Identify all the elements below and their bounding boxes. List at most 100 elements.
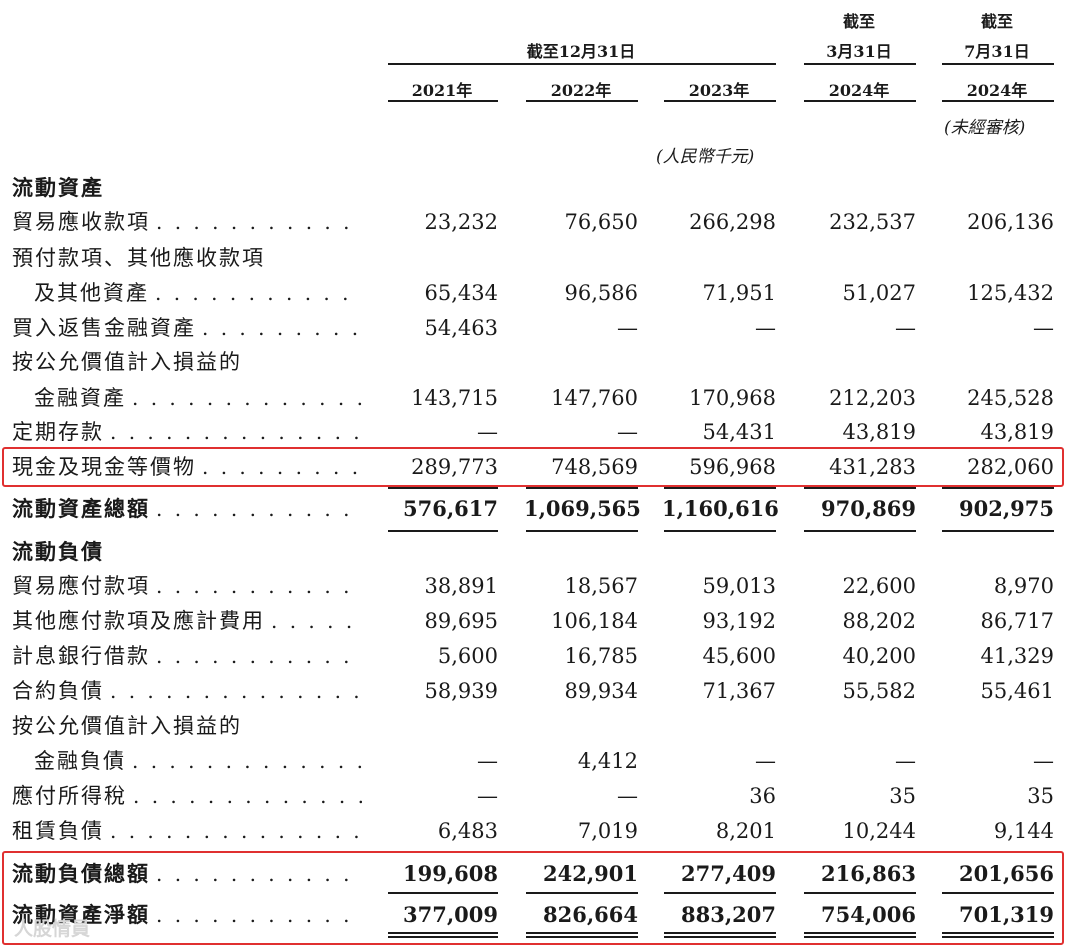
- row-label: 貿易應付款項: [12, 574, 150, 598]
- leader-dots: . . . . . . . . . . . . . . . . . . . . …: [156, 210, 362, 234]
- row-label: 流動資產: [12, 175, 104, 200]
- value-cell: 16,785: [564, 644, 638, 668]
- header-group-title: 截至12月31日: [526, 42, 636, 61]
- value-cell: 86,717: [980, 609, 1054, 633]
- table-row: 流動資產總額. . . . . . . . . . . . . . . . . …: [0, 491, 1066, 527]
- highlight-cash-row: [2, 447, 1064, 487]
- table-row: 其他應付款項及應計費用. . . . . . . . . . . . . . .…: [0, 603, 1066, 639]
- value-cell: 147,760: [551, 386, 638, 410]
- table-row: 流動負債: [0, 534, 1066, 570]
- table-row: 及其他資產. . . . . . . . . . . . . . . . . .…: [0, 275, 1066, 311]
- year-rule-0: [388, 100, 498, 102]
- value-cell: —: [755, 749, 776, 773]
- value-cell: 5,600: [437, 644, 498, 668]
- year-2022: 2022年: [550, 81, 612, 100]
- row-label: 貿易應收款項: [12, 210, 150, 234]
- leader-dots: . . . . . . . . . . . . . . . . . . . . …: [132, 749, 362, 773]
- value-cell: —: [477, 784, 498, 808]
- header-col4-top2: 7月31日: [964, 42, 1030, 61]
- value-cell: 170,968: [689, 386, 776, 410]
- value-cell: 4,412: [577, 749, 638, 773]
- table-row: 按公允價值計入損益的: [0, 708, 1066, 744]
- value-cell: 125,432: [967, 281, 1054, 305]
- row-label: 合約負債: [12, 679, 104, 703]
- table-row: 合約負債. . . . . . . . . . . . . . . . . . …: [0, 673, 1066, 709]
- row-label: 金融資產: [34, 386, 126, 410]
- value-cell: 89,695: [424, 609, 498, 633]
- table-row: 流動資產: [0, 170, 1066, 206]
- value-cell: 1,069,565: [524, 496, 641, 521]
- value-cell: 36: [749, 784, 776, 808]
- value-cell: 576,617: [403, 496, 498, 521]
- header-col3-top2: 3月31日: [826, 42, 892, 61]
- highlight-totals-rows: [2, 851, 1064, 945]
- value-cell: 41,329: [980, 644, 1054, 668]
- header-col4-top1: 截至: [980, 12, 1013, 31]
- value-cell: 71,951: [702, 281, 776, 305]
- value-cell: 93,192: [702, 609, 776, 633]
- value-cell: 8,201: [715, 819, 776, 843]
- year-2023: 2023年: [688, 81, 750, 100]
- value-cell: 55,461: [980, 679, 1054, 703]
- value-cell: 65,434: [424, 281, 498, 305]
- value-cell: 970,869: [821, 496, 916, 521]
- table-row: 計息銀行借款. . . . . . . . . . . . . . . . . …: [0, 638, 1066, 674]
- leader-dots: . . . . . . . . . . . . . . . . . . . . …: [155, 281, 362, 305]
- year-rule-4: [942, 100, 1054, 102]
- row-label: 應付所得稅: [12, 784, 127, 808]
- value-cell: —: [1033, 749, 1054, 773]
- table-row: 金融資產. . . . . . . . . . . . . . . . . . …: [0, 380, 1066, 416]
- header-group-rule: [388, 63, 776, 65]
- value-cell: —: [477, 420, 498, 444]
- value-cell: —: [617, 316, 638, 340]
- value-cell: 35: [889, 784, 916, 808]
- row-label: 及其他資產: [34, 281, 149, 305]
- watermark: 人股情員: [14, 918, 91, 940]
- value-cell: —: [477, 749, 498, 773]
- header-col4-rule: [942, 63, 1054, 65]
- leader-dots: . . . . . . . . . . . . . . . . . . . . …: [110, 679, 362, 703]
- leader-dots: . . . . . . . . . . . . . . . . . . . . …: [156, 644, 362, 668]
- value-cell: 8,970: [993, 574, 1054, 598]
- value-cell: 22,600: [842, 574, 916, 598]
- value-cell: 10,244: [842, 819, 916, 843]
- value-cell: —: [617, 784, 638, 808]
- value-cell: 1,160,616: [662, 496, 779, 521]
- table-row: 貿易應收款項. . . . . . . . . . . . . . . . . …: [0, 204, 1066, 240]
- value-cell: 245,528: [967, 386, 1054, 410]
- value-cell: —: [895, 749, 916, 773]
- unaudited-note: (未經審核): [944, 118, 1026, 138]
- leader-dots: . . . . . . . . . . . . . . . . . . . . …: [133, 784, 362, 808]
- value-cell: 59,013: [702, 574, 776, 598]
- value-cell: 35: [1027, 784, 1054, 808]
- table-row: 預付款項、其他應收款項: [0, 240, 1066, 276]
- table-row: 定期存款. . . . . . . . . . . . . . . . . . …: [0, 414, 1066, 450]
- year-rule-2: [664, 100, 776, 102]
- value-cell: 7,019: [577, 819, 638, 843]
- year-rule-1: [526, 100, 638, 102]
- value-cell: 54,463: [424, 316, 498, 340]
- leader-dots: . . . . . . . . . . . . . . . . . . . . …: [110, 420, 362, 444]
- year-2021: 2021年: [411, 81, 473, 100]
- value-cell: 45,600: [702, 644, 776, 668]
- value-cell: 55,582: [842, 679, 916, 703]
- value-cell: 6,483: [437, 819, 498, 843]
- value-cell: 23,232: [424, 210, 498, 234]
- row-label: 流動資產總額: [12, 496, 150, 521]
- value-cell: 89,934: [564, 679, 638, 703]
- value-cell: 40,200: [842, 644, 916, 668]
- table-row: 租賃負債. . . . . . . . . . . . . . . . . . …: [0, 813, 1066, 849]
- value-cell: 76,650: [564, 210, 638, 234]
- row-label: 預付款項、其他應收款項: [12, 246, 265, 270]
- table-row: 買入返售金融資產. . . . . . . . . . . . . . . . …: [0, 310, 1066, 346]
- value-cell: 206,136: [967, 210, 1054, 234]
- row-label: 租賃負債: [12, 819, 104, 843]
- currency-unit: (人民幣千元): [656, 147, 755, 167]
- header-col3-top1: 截至: [842, 12, 875, 31]
- value-cell: —: [755, 316, 776, 340]
- value-cell: 58,939: [424, 679, 498, 703]
- value-cell: 212,203: [829, 386, 916, 410]
- value-cell: 54,431: [702, 420, 776, 444]
- value-cell: 43,819: [842, 420, 916, 444]
- table-row: 應付所得稅. . . . . . . . . . . . . . . . . .…: [0, 778, 1066, 814]
